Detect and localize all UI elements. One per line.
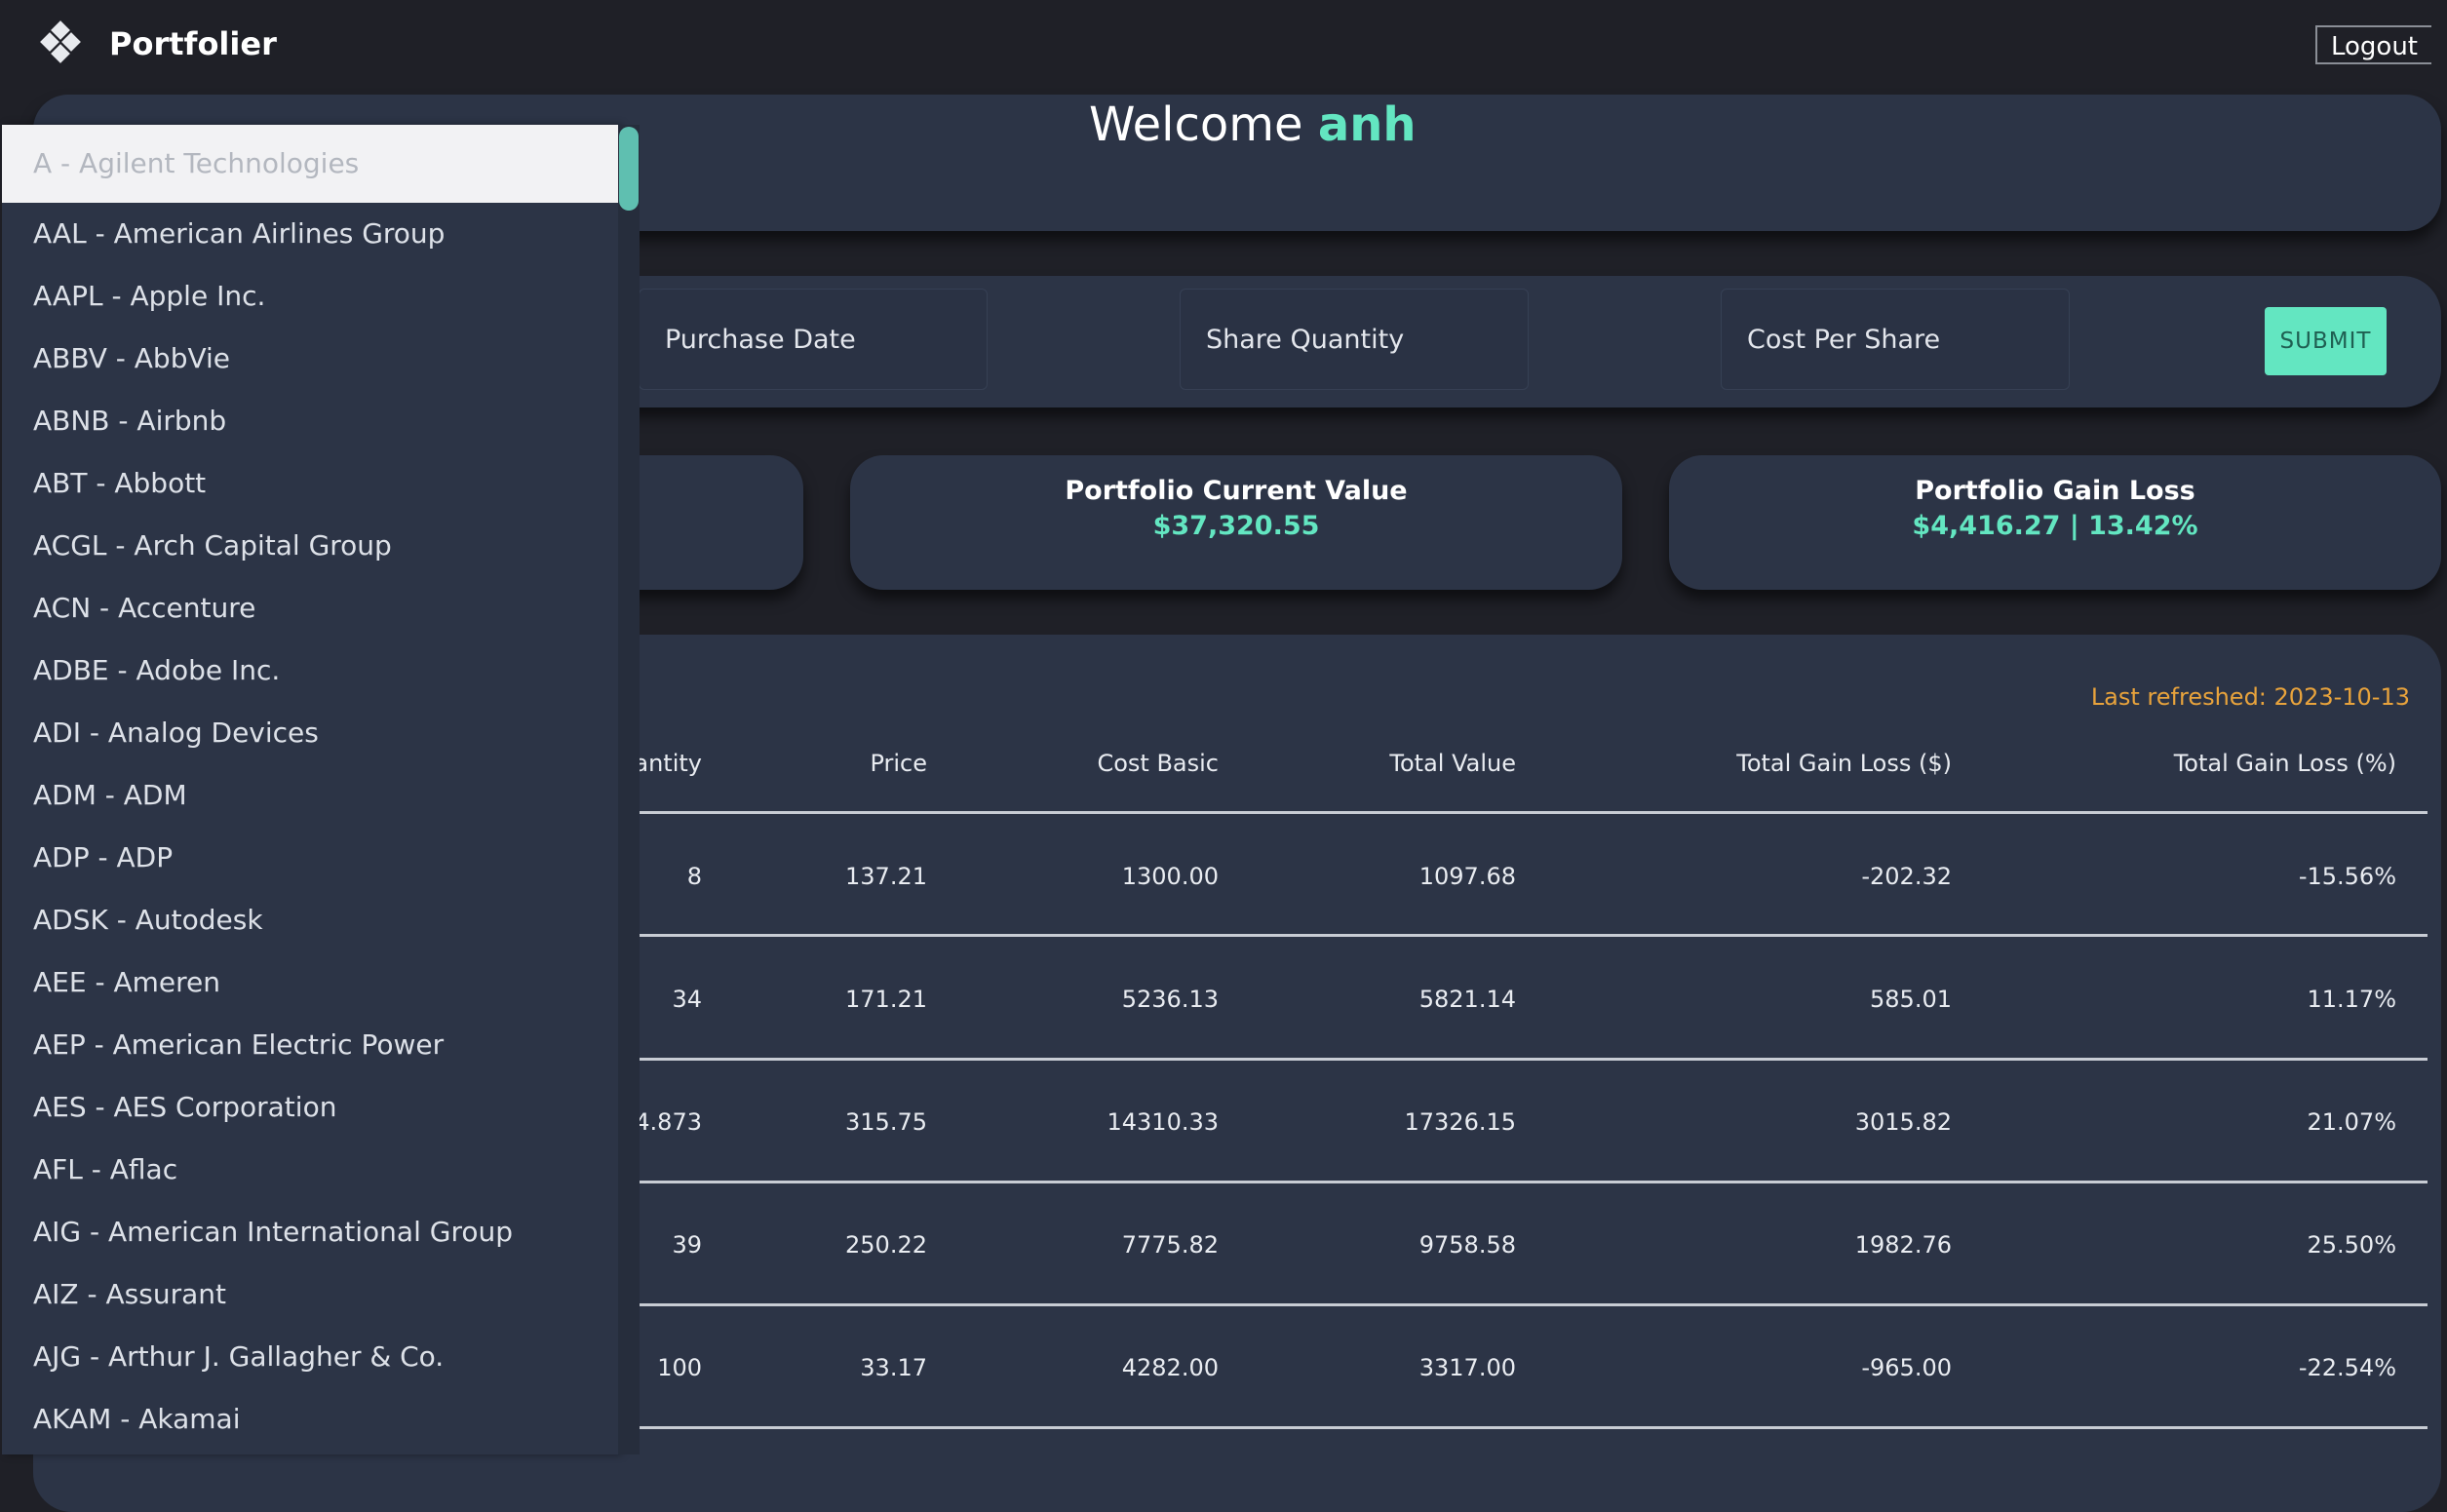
dropdown-option[interactable]: ADM - ADM xyxy=(2,764,618,827)
current-value-title: Portfolio Current Value xyxy=(1065,476,1408,506)
row-divider xyxy=(640,1426,2428,1429)
dropdown-option[interactable]: ABNB - Airbnb xyxy=(2,390,618,452)
portfolier-logo-icon xyxy=(40,20,81,63)
dropdown-option[interactable]: ADBE - Adobe Inc. xyxy=(2,640,618,702)
cell-price: 250.22 xyxy=(845,1231,927,1259)
column-header-gain-loss-percent: Total Gain Loss (%) xyxy=(2173,750,2396,777)
gain-loss-card: Portfolio Gain Loss $4,416.27 | 13.42% xyxy=(1669,455,2441,590)
cell-quantity: 34 xyxy=(672,986,702,1013)
cell-total-value: 3317.00 xyxy=(1418,1354,1516,1381)
dropdown-option-selected[interactable]: A - Agilent Technologies xyxy=(2,125,618,203)
dropdown-option[interactable]: AAPL - Apple Inc. xyxy=(2,265,618,328)
column-header-price: Price xyxy=(870,750,927,777)
cell-cost-basic: 14310.33 xyxy=(1107,1108,1219,1136)
dropdown-scrollbar-thumb[interactable] xyxy=(619,127,639,211)
dropdown-scrollbar-track[interactable] xyxy=(618,125,640,1454)
current-value-card: Portfolio Current Value $37,320.55 xyxy=(850,455,1622,590)
dropdown-option[interactable]: AFL - Aflac xyxy=(2,1139,618,1201)
dropdown-option[interactable]: AEE - Ameren xyxy=(2,951,618,1014)
cell-gain-loss-dollar: -202.32 xyxy=(1861,863,1952,890)
welcome-greeting: Welcome xyxy=(1089,97,1303,152)
cell-gain-loss-dollar: 585.01 xyxy=(1870,986,1952,1013)
column-header-quantity: antity xyxy=(634,750,702,777)
header-divider xyxy=(640,811,2428,814)
column-header-cost-basic: Cost Basic xyxy=(1097,750,1219,777)
cell-quantity: 4.873 xyxy=(635,1108,702,1136)
welcome-username: anh xyxy=(1317,97,1417,152)
stock-dropdown-list[interactable]: A - Agilent Technologies AAL - American … xyxy=(2,125,618,1454)
cell-total-value: 1097.68 xyxy=(1418,863,1516,890)
cell-gain-loss-percent: 21.07% xyxy=(2307,1108,2396,1136)
dropdown-option[interactable]: ADI - Analog Devices xyxy=(2,702,618,764)
dropdown-option[interactable]: AIZ - Assurant xyxy=(2,1263,618,1326)
cell-cost-basic: 5236.13 xyxy=(1121,986,1219,1013)
dropdown-option[interactable]: AIG - American International Group xyxy=(2,1201,618,1263)
cell-cost-basic: 4282.00 xyxy=(1121,1354,1219,1381)
gain-loss-title: Portfolio Gain Loss xyxy=(1915,476,2195,506)
cell-quantity: 39 xyxy=(672,1231,702,1259)
app-title: Portfolier xyxy=(109,25,277,62)
dropdown-option[interactable]: AEP - American Electric Power xyxy=(2,1014,618,1076)
submit-button[interactable]: SUBMIT xyxy=(2265,307,2387,375)
cell-gain-loss-dollar: 1982.76 xyxy=(1854,1231,1952,1259)
cell-price: 137.21 xyxy=(845,863,927,890)
cell-quantity: 100 xyxy=(657,1354,702,1381)
row-divider xyxy=(640,1181,2428,1183)
gain-loss-amount: $4,416.27 | 13.42% xyxy=(1912,511,2198,541)
cell-gain-loss-dollar: -965.00 xyxy=(1861,1354,1952,1381)
cell-gain-loss-percent: -22.54% xyxy=(2298,1354,2396,1381)
cell-total-value: 9758.58 xyxy=(1418,1231,1516,1259)
logout-button[interactable]: Logout xyxy=(2314,25,2431,64)
cell-cost-basic: 1300.00 xyxy=(1121,863,1219,890)
cell-price: 33.17 xyxy=(860,1354,927,1381)
dropdown-option[interactable]: AKAM - Akamai xyxy=(2,1388,618,1451)
dropdown-option[interactable]: ACN - Accenture xyxy=(2,577,618,640)
dropdown-option[interactable]: ACGL - Arch Capital Group xyxy=(2,515,618,577)
dropdown-option[interactable]: ADP - ADP xyxy=(2,827,618,889)
cell-total-value: 5821.14 xyxy=(1418,986,1516,1013)
dropdown-option[interactable]: AES - AES Corporation xyxy=(2,1076,618,1139)
last-refreshed-text: Last refreshed: 2023-10-13 xyxy=(2090,683,2410,711)
top-bar: Portfolier Logout xyxy=(0,0,2447,94)
cell-quantity: 8 xyxy=(686,863,702,890)
column-header-gain-loss-dollar: Total Gain Loss ($) xyxy=(1736,750,1952,777)
cell-gain-loss-dollar: 3015.82 xyxy=(1854,1108,1952,1136)
share-quantity-input[interactable] xyxy=(1180,289,1529,390)
dropdown-option[interactable]: AJG - Arthur J. Gallagher & Co. xyxy=(2,1326,618,1388)
cost-per-share-input[interactable] xyxy=(1721,289,2070,390)
dropdown-option[interactable]: AAL - American Airlines Group xyxy=(2,203,618,265)
cell-gain-loss-percent: 11.17% xyxy=(2307,986,2396,1013)
current-value-amount: $37,320.55 xyxy=(1152,511,1320,541)
cell-gain-loss-percent: 25.50% xyxy=(2307,1231,2396,1259)
cell-cost-basic: 7775.82 xyxy=(1121,1231,1219,1259)
welcome-heading: Welcome anh xyxy=(1089,96,1417,154)
dropdown-option[interactable]: ADSK - Autodesk xyxy=(2,889,618,951)
purchase-date-input[interactable] xyxy=(639,289,988,390)
cell-price: 315.75 xyxy=(845,1108,927,1136)
dropdown-option[interactable]: ABT - Abbott xyxy=(2,452,618,515)
cell-total-value: 17326.15 xyxy=(1404,1108,1516,1136)
row-divider xyxy=(640,1058,2428,1061)
row-divider xyxy=(640,934,2428,937)
dropdown-option[interactable]: ABBV - AbbVie xyxy=(2,328,618,390)
cell-gain-loss-percent: -15.56% xyxy=(2298,863,2396,890)
cell-price: 171.21 xyxy=(845,986,927,1013)
row-divider xyxy=(640,1303,2428,1306)
column-header-total-value: Total Value xyxy=(1389,750,1516,777)
